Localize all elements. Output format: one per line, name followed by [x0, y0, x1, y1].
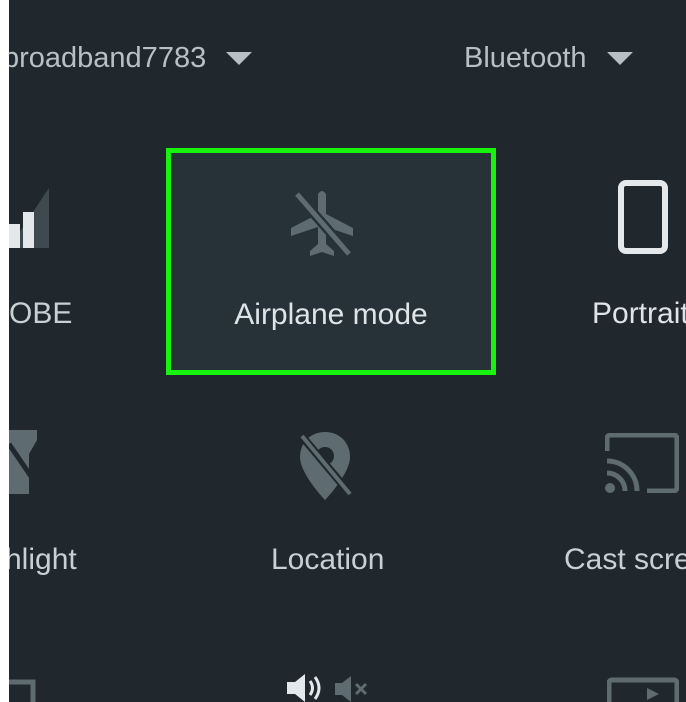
- volume-up-icon[interactable]: [287, 674, 325, 702]
- phone-portrait-icon: [618, 180, 668, 254]
- quick-settings-panel: broadband7783 Bluetooth OBE Airplane mod…: [9, 0, 686, 702]
- bluetooth-label: Bluetooth: [464, 41, 587, 74]
- airplane-off-icon: [291, 188, 355, 258]
- partial-tile-icon: [9, 679, 36, 702]
- location-off-icon: [296, 431, 356, 500]
- tile-airplane-label: Airplane mode: [234, 298, 428, 331]
- tile-location-label: Location: [271, 543, 385, 576]
- tile-flashlight-label: hlight: [9, 543, 77, 576]
- tile-cast-label: Cast scre: [564, 543, 686, 576]
- bluetooth-dropdown[interactable]: Bluetooth: [464, 38, 633, 78]
- screen-icon: [607, 677, 679, 702]
- flashlight-off-icon: [9, 430, 39, 494]
- signal-icon: [9, 188, 49, 248]
- cast-icon: [605, 433, 679, 493]
- volume-mute-icon[interactable]: [335, 676, 371, 702]
- network-label: broadband7783: [9, 41, 207, 74]
- tile-portrait-label: Portrait: [592, 297, 686, 330]
- tile-signal-label: OBE: [9, 297, 73, 330]
- tile-airplane-mode[interactable]: Airplane mode: [166, 148, 496, 375]
- network-dropdown[interactable]: broadband7783: [9, 38, 253, 78]
- chevron-down-icon: [226, 51, 253, 65]
- chevron-down-icon: [606, 51, 633, 65]
